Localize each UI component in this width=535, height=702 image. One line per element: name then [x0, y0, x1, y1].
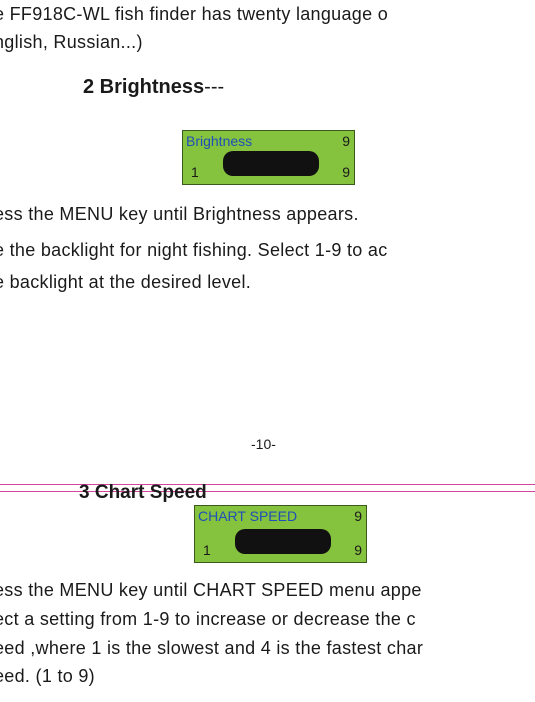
brightness-lcd-min: 1 — [191, 164, 199, 180]
chart-speed-text-line-2: ect a setting from 1-9 to increase or de… — [0, 609, 416, 629]
chart-speed-text-line-4: eed. (1 to 9) — [0, 666, 95, 686]
brightness-lcd-bar — [223, 151, 319, 176]
brightness-heading-text: 2 Brightness — [83, 76, 205, 98]
brightness-text-line-1: ess the MENU key until Brightness appear… — [0, 204, 359, 224]
intro-text-line-2: nglish, Russian...) — [0, 32, 143, 52]
chart-speed-lcd-title: CHART SPEED — [198, 508, 298, 524]
page-number: -10- — [251, 436, 276, 452]
chart-speed-lcd-display: CHART SPEED 9 1 9 — [194, 505, 367, 563]
chart-speed-text-line-1: ess the MENU key until CHART SPEED menu … — [0, 580, 422, 600]
brightness-heading-dashes: --- — [204, 76, 225, 98]
brightness-text-line-3: e backlight at the desired level. — [0, 272, 252, 292]
intro-text-line-1: e FF918C-WL fish finder has twenty langu… — [0, 4, 389, 24]
brightness-lcd-display: Brightness 9 1 9 — [182, 130, 355, 185]
chart-speed-heading: 3 Chart Speed — [79, 482, 207, 503]
chart-speed-text-line-3: eed ,where 1 is the slowest and 4 is the… — [0, 638, 424, 658]
brightness-heading: 2 Brightness--- — [83, 76, 224, 99]
chart-speed-lcd-value: 9 — [354, 542, 362, 558]
chart-speed-lcd-max: 9 — [354, 508, 362, 524]
chart-speed-lcd-min: 1 — [203, 542, 211, 558]
brightness-lcd-max: 9 — [342, 133, 350, 149]
brightness-lcd-title: Brightness — [186, 133, 253, 149]
chart-speed-lcd-bar — [235, 529, 331, 554]
brightness-text-line-2: e the backlight for night fishing. Selec… — [0, 240, 388, 260]
brightness-lcd-value: 9 — [342, 164, 350, 180]
